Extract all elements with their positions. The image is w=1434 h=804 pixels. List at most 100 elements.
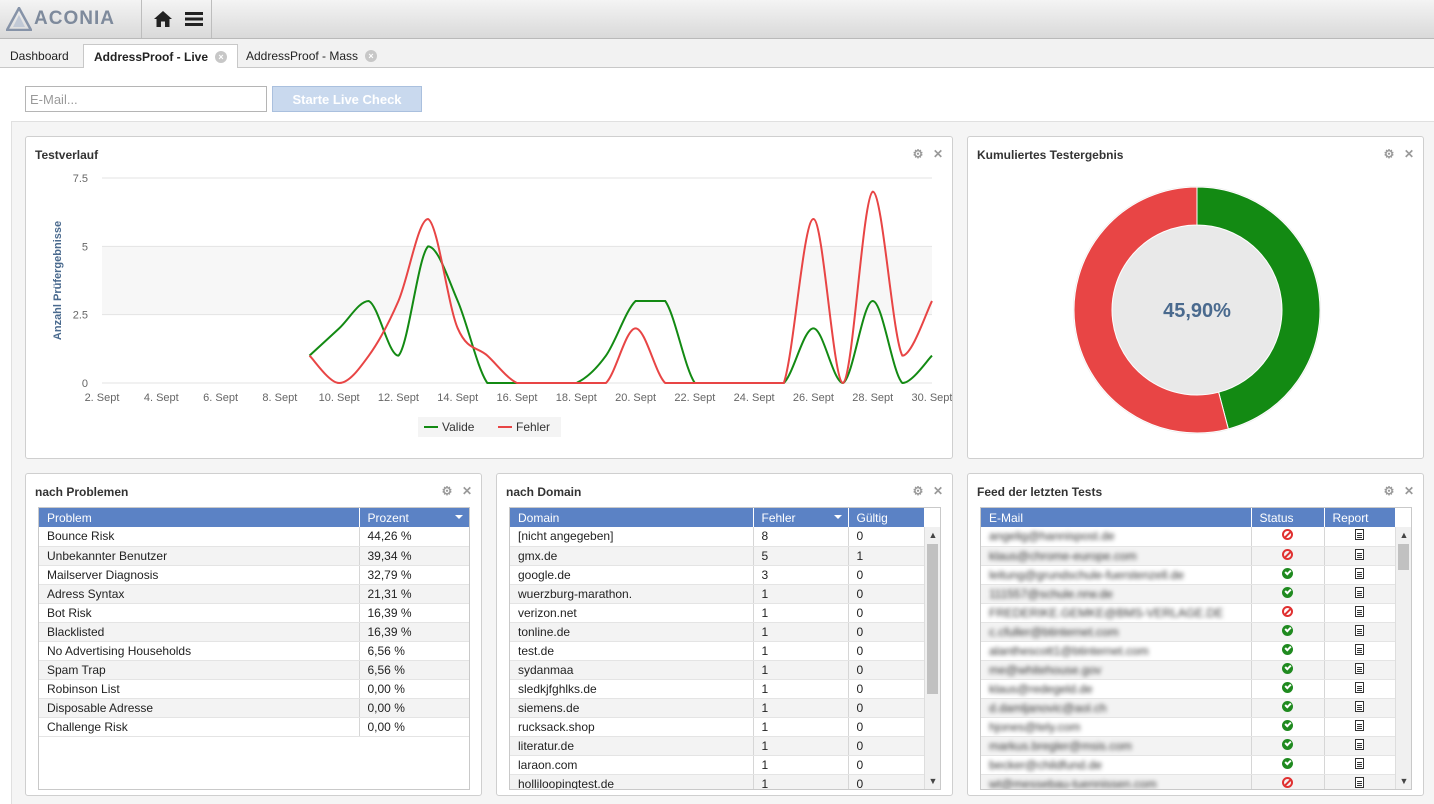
scroll-thumb[interactable] — [927, 544, 938, 694]
table-row[interactable]: laraon.com 1 0 — [510, 755, 925, 775]
table-row[interactable]: sydanmaa 1 0 — [510, 660, 925, 680]
table-row[interactable]: Adress Syntax 21,31 % — [39, 584, 469, 604]
report-document-icon[interactable] — [1355, 624, 1364, 636]
scroll-thumb[interactable] — [1398, 544, 1409, 570]
report-document-icon[interactable] — [1355, 681, 1364, 693]
table-row[interactable]: angelig@hannispost.de — [981, 527, 1396, 547]
table-row[interactable]: Challenge Risk 0,00 % — [39, 717, 469, 737]
table-row[interactable]: Mailserver Diagnosis 32,79 % — [39, 565, 469, 585]
gear-icon[interactable]: ⚙ — [1383, 485, 1395, 497]
column-header-fehler[interactable]: Fehler — [753, 508, 849, 527]
report-document-icon[interactable] — [1355, 567, 1364, 579]
table-row[interactable]: [nicht angegeben] 8 0 — [510, 527, 925, 547]
domain-grid: Domain Fehler Gültig [nicht angegeben] 8 0… — [509, 507, 941, 790]
scroll-down-icon[interactable]: ▼ — [925, 773, 940, 789]
table-row[interactable]: tonline.de 1 0 — [510, 622, 925, 642]
status-ok-icon — [1282, 738, 1293, 750]
scroll-up-icon[interactable]: ▲ — [1396, 527, 1411, 543]
table-row[interactable]: verizon.net 1 0 — [510, 603, 925, 623]
table-row[interactable]: test.de 1 0 — [510, 641, 925, 661]
table-row[interactable]: wuerzburg-marathon. 1 0 — [510, 584, 925, 604]
table-row[interactable]: siemens.de 1 0 — [510, 698, 925, 718]
table-row[interactable]: FREDERIKE.GEMKE@BMS-VERLAGE.DE — [981, 603, 1396, 623]
table-row[interactable]: sledkjfghlks.de 1 0 — [510, 679, 925, 699]
home-button[interactable] — [146, 0, 180, 38]
x-tick-label: 20. Sept — [615, 392, 656, 404]
table-row[interactable]: holliloopingtest.de 1 0 — [510, 774, 925, 789]
report-document-icon[interactable] — [1355, 548, 1364, 560]
report-document-icon[interactable] — [1355, 605, 1364, 617]
menu-button[interactable] — [176, 0, 212, 38]
x-tick-label: 10. Sept — [319, 392, 360, 404]
table-row[interactable]: c.cfuller@btinternet.com — [981, 622, 1396, 642]
legend-item[interactable]: Valide — [442, 420, 475, 434]
table-row[interactable]: Disposable Adresse 0,00 % — [39, 698, 469, 718]
close-tab-icon[interactable]: × — [365, 50, 378, 62]
feed-scrollbar[interactable]: ▲ ▼ — [1395, 527, 1411, 789]
table-row[interactable]: alanthescott1@btinternet.com — [981, 641, 1396, 661]
table-row[interactable]: leitung@grundschule-fuerstenzell.de — [981, 565, 1396, 585]
report-document-icon[interactable] — [1355, 719, 1364, 731]
app-logo[interactable]: ACONIA — [0, 0, 142, 38]
report-document-icon[interactable] — [1355, 757, 1364, 769]
table-row[interactable]: Spam Trap 6,56 % — [39, 660, 469, 680]
column-header-status[interactable]: Status — [1251, 508, 1325, 527]
table-row[interactable]: Unbekannter Benutzer 39,34 % — [39, 546, 469, 566]
table-row[interactable]: rucksack.shop 1 0 — [510, 717, 925, 737]
email-input[interactable] — [25, 86, 267, 112]
status-ok-icon — [1282, 567, 1293, 579]
scroll-up-icon[interactable]: ▲ — [925, 527, 940, 543]
table-row[interactable]: becker@childfund.de — [981, 755, 1396, 775]
table-row[interactable]: wt@messebau-tuennissen.com — [981, 774, 1396, 789]
close-icon[interactable]: ✕ — [1403, 485, 1415, 497]
logo-icon — [6, 7, 32, 31]
report-document-icon[interactable] — [1355, 662, 1364, 674]
column-header-gueltig[interactable]: Gültig — [848, 508, 925, 527]
table-row[interactable]: No Advertising Households 6,56 % — [39, 641, 469, 661]
table-row[interactable]: google.de 3 0 — [510, 565, 925, 585]
table-row[interactable]: Blacklisted 16,39 % — [39, 622, 469, 642]
column-header-problem[interactable]: Problem — [39, 508, 360, 527]
start-live-check-button[interactable]: Starte Live Check — [272, 86, 422, 112]
column-header-email[interactable]: E-Mail — [981, 508, 1252, 527]
table-row[interactable]: gmx.de 5 1 — [510, 546, 925, 566]
status-cell — [1251, 679, 1325, 699]
tab-bar: Dashboard AddressProof - Live × AddressP… — [0, 39, 1434, 69]
domain-cell: tonline.de — [510, 622, 754, 642]
table-row[interactable]: klaus@redegeld.de — [981, 679, 1396, 699]
report-document-icon[interactable] — [1355, 586, 1364, 598]
table-row[interactable]: Bot Risk 16,39 % — [39, 603, 469, 623]
legend-item[interactable]: Fehler — [516, 420, 550, 434]
table-row[interactable]: d.damljanovic@aol.ch — [981, 698, 1396, 718]
tab-dashboard[interactable]: Dashboard — [0, 44, 79, 68]
report-document-icon[interactable] — [1355, 643, 1364, 655]
table-row[interactable]: literatur.de 1 0 — [510, 736, 925, 756]
report-document-icon[interactable] — [1355, 700, 1364, 712]
table-row[interactable]: klaus@chrome-europe.com — [981, 546, 1396, 566]
column-header-report[interactable]: Report — [1324, 508, 1396, 527]
table-row[interactable]: markus.bregler@msis.com — [981, 736, 1396, 756]
close-tab-icon[interactable]: × — [215, 50, 228, 63]
column-header-prozent[interactable]: Prozent — [359, 508, 469, 527]
table-row[interactable]: hjones@tely.com — [981, 717, 1396, 737]
report-cell — [1324, 698, 1396, 718]
report-document-icon[interactable] — [1355, 776, 1364, 788]
table-row[interactable]: Robinson List 0,00 % — [39, 679, 469, 699]
scroll-down-icon[interactable]: ▼ — [1396, 773, 1411, 789]
domain-scrollbar[interactable]: ▲ ▼ — [924, 527, 940, 789]
gear-icon[interactable]: ⚙ — [441, 485, 453, 497]
gueltig-cell: 0 — [848, 565, 925, 585]
table-row[interactable]: me@whitehouse.gov — [981, 660, 1396, 680]
column-header-domain[interactable]: Domain — [510, 508, 754, 527]
table-row[interactable]: Bounce Risk 44,26 % — [39, 527, 469, 547]
gear-icon[interactable]: ⚙ — [912, 485, 924, 497]
close-icon[interactable]: ✕ — [461, 485, 473, 497]
tab-addressproof-live[interactable]: AddressProof - Live × — [83, 44, 239, 69]
report-document-icon[interactable] — [1355, 529, 1364, 541]
close-icon[interactable]: ✕ — [932, 485, 944, 497]
tab-addressproof-mass[interactable]: AddressProof - Mass × — [236, 44, 387, 68]
x-tick-label: 18. Sept — [556, 392, 597, 404]
probleme-grid: Problem Prozent Bounce Risk 44,26 % Unbeka… — [38, 507, 470, 790]
table-row[interactable]: 111557@schule.nrw.de — [981, 584, 1396, 604]
report-document-icon[interactable] — [1355, 738, 1364, 750]
